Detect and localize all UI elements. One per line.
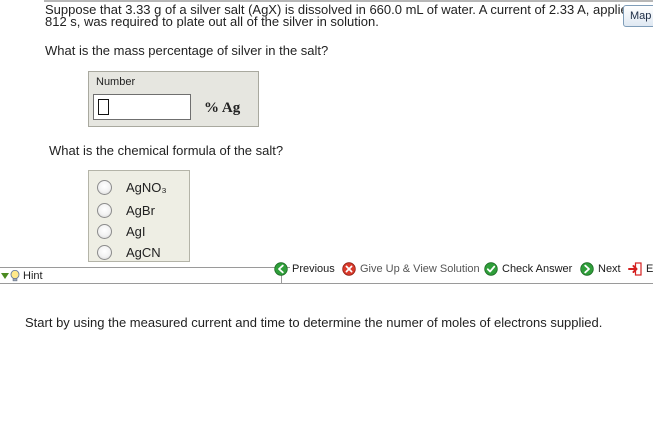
chemical-formula-prompt: What is the chemical formula of the salt… [49,143,284,158]
number-answer-box: Number % Ag [88,71,259,127]
top-divider [44,0,653,2]
hint-toggle[interactable]: Hint [0,270,60,284]
choice-agbr[interactable]: AgBr [97,201,187,219]
formula-choices: AgNO₃ AgBr AgI AgCN [88,170,190,262]
choice-agno3[interactable]: AgNO₃ [97,178,187,196]
choice-label: AgI [126,224,146,239]
choice-label: AgBr [126,203,155,218]
choice-agi[interactable]: AgI [97,222,187,240]
map-button[interactable]: Map [623,5,653,27]
radio-button[interactable] [97,245,112,260]
give-up-button[interactable]: Give Up & View Solution [342,262,480,278]
exit-label: E [646,263,653,275]
choice-label: AgNO₃ [126,180,167,195]
next-arrow-icon [580,262,594,276]
next-button[interactable]: Next [580,262,624,278]
hint-text: Start by using the measured current and … [25,315,603,330]
give-up-x-icon [342,262,356,276]
checkmark-icon [484,262,498,276]
previous-arrow-icon [274,262,288,276]
toolbar-divider [0,283,653,284]
question-text: Suppose that 3.33 g of a silver salt (Ag… [45,4,625,28]
page: Suppose that 3.33 g of a silver salt (Ag… [0,0,653,434]
radio-button[interactable] [97,180,112,195]
expand-triangle-icon [1,273,9,279]
radio-button[interactable] [97,203,112,218]
previous-label: Previous [292,263,335,275]
radio-button[interactable] [97,224,112,239]
unit-label: % Ag [204,100,241,116]
check-answer-button[interactable]: Check Answer [484,262,576,278]
choice-agcn[interactable]: AgCN [97,243,187,261]
choice-label: AgCN [126,245,161,260]
mass-percentage-input[interactable] [93,94,191,120]
lightbulb-icon [10,270,20,282]
question-line-2: 812 s, was required to plate out all of … [45,14,379,28]
exit-button[interactable]: E [628,262,653,278]
check-answer-label: Check Answer [502,263,573,275]
hint-toolbar: Hint Previous Give Up & View Solution Ch… [0,262,653,285]
next-label: Next [598,263,621,275]
mass-percentage-prompt: What is the mass percentage of silver in… [45,43,329,58]
previous-button[interactable]: Previous [274,262,336,278]
give-up-label: Give Up & View Solution [360,263,480,275]
hint-label: Hint [23,270,43,282]
exit-door-icon [628,262,642,276]
number-label: Number [96,76,136,88]
